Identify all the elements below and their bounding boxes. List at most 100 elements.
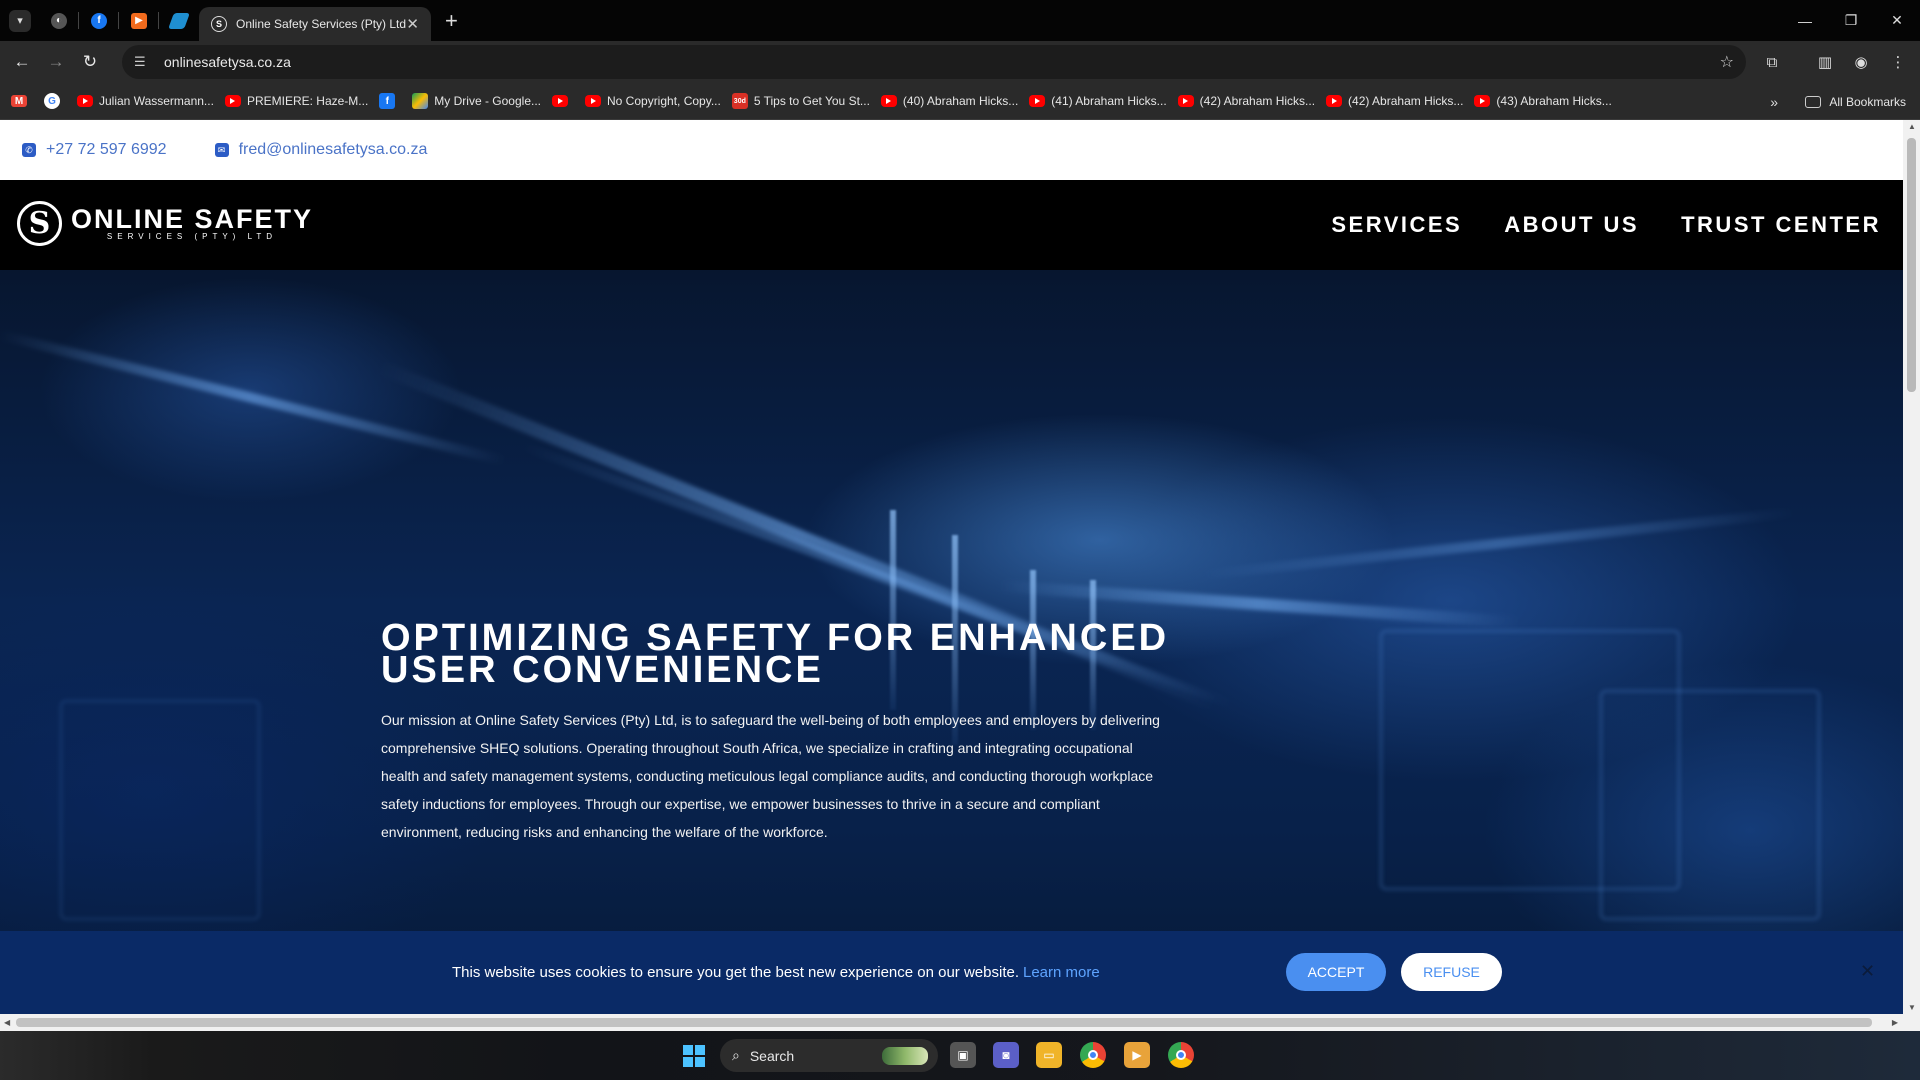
nav-services[interactable]: SERVICES <box>1331 212 1462 238</box>
all-bookmarks-button[interactable]: All Bookmarks <box>1805 83 1906 120</box>
side-panel-icon[interactable]: ▥ <box>1809 46 1841 78</box>
site-info-icon[interactable]: ☰ <box>134 54 154 70</box>
envelope-icon: ✉ <box>214 143 229 157</box>
close-window-icon[interactable]: ✕ <box>1874 0 1920 41</box>
youtube-icon <box>1177 95 1194 107</box>
restore-icon[interactable]: ❐ <box>1828 0 1874 41</box>
bookmark-item[interactable]: Julian Wassermann... <box>77 94 214 108</box>
site-header: S ONLINE SAFETY SERVICES (PTY) LTD SERVI… <box>0 180 1903 270</box>
bookmark-item[interactable]: 30d 5 Tips to Get You St... <box>731 93 870 109</box>
bookmark-gmail[interactable]: M <box>11 95 33 107</box>
tab-search-chevron-icon[interactable]: ▾ <box>9 9 31 32</box>
search-icon: ⌕ <box>732 1047 740 1063</box>
phone-link[interactable]: ✆ +27 72 597 6992 <box>22 141 167 159</box>
bookmark-label: (43) Abraham Hicks... <box>1496 94 1612 108</box>
horizontal-scroll-thumb[interactable] <box>16 1018 1872 1027</box>
refuse-cookies-button[interactable]: REFUSE <box>1401 953 1502 991</box>
youtube-icon <box>585 95 601 107</box>
browser-toolbar: ← → ↻ ☰ onlinesafetysa.co.za ☆ ⧉ ▥ ◉ ⋮ <box>0 41 1920 83</box>
folder-icon <box>1805 95 1822 108</box>
forward-icon[interactable]: → <box>39 45 73 79</box>
bookmark-label: Julian Wassermann... <box>99 94 214 108</box>
logo-text: ONLINE SAFETY SERVICES (PTY) LTD <box>71 203 314 242</box>
chrome-profile-icon[interactable] <box>1168 1042 1194 1068</box>
bookmark-item[interactable]: (42) Abraham Hicks... <box>1177 94 1316 108</box>
learn-more-link[interactable]: Learn more <box>1023 964 1100 981</box>
google-icon: G <box>44 93 60 109</box>
pinned-tab-facebook[interactable]: f <box>79 0 119 41</box>
scroll-down-icon[interactable]: ▼ <box>1908 1003 1916 1012</box>
windows-start-icon[interactable] <box>683 1045 705 1067</box>
nav-trust-center[interactable]: TRUST CENTER <box>1681 212 1881 238</box>
taskbar-search[interactable]: ⌕ Search <box>720 1039 938 1072</box>
chat-app-icon[interactable]: ◙ <box>993 1042 1019 1068</box>
bookmark-item[interactable]: (40) Abraham Hicks... <box>880 94 1019 108</box>
bookmark-item[interactable]: PREMIERE: Haze-M... <box>224 94 369 108</box>
reload-icon[interactable]: ↻ <box>73 45 107 79</box>
nav-about-us[interactable]: ABOUT US <box>1504 212 1639 238</box>
extensions-icon[interactable]: ⧉ <box>1756 46 1788 78</box>
pinned-tab-3[interactable]: ▶ <box>119 0 159 41</box>
chrome-icon[interactable] <box>1080 1042 1106 1068</box>
minimize-icon[interactable]: — <box>1782 0 1828 41</box>
task-view-icon[interactable]: ▣ <box>950 1042 976 1068</box>
vertical-scrollbar[interactable]: ▲ ▼ <box>1903 120 1920 1014</box>
bookmark-facebook[interactable]: f <box>379 93 401 109</box>
bookmark-google[interactable]: G <box>44 93 66 109</box>
more-bookmarks-chevron-icon[interactable]: » <box>1770 83 1778 120</box>
bookmark-label: (42) Abraham Hicks... <box>1199 94 1316 108</box>
youtube-icon <box>552 95 568 107</box>
hero-title: OPTIMIZING SAFETY FOR ENHANCED USER CONV… <box>381 617 1170 691</box>
pinned-tab-4[interactable] <box>159 0 199 41</box>
menu-icon[interactable]: ⋮ <box>1882 46 1914 78</box>
tab-bar: ▾ ◐ f ▶ S Online Safety Services (Pty) L… <box>0 0 1920 41</box>
taskbar-search-label: Search <box>749 1047 795 1064</box>
vertical-scroll-thumb[interactable] <box>1907 138 1916 392</box>
active-tab[interactable]: S Online Safety Services (Pty) Ltd ✕ <box>199 7 431 41</box>
bookmark-item[interactable]: (41) Abraham Hicks... <box>1029 94 1167 108</box>
app-icon <box>168 12 190 29</box>
bookmark-label: (40) Abraham Hicks... <box>902 94 1019 108</box>
cookie-message: This website uses cookies to ensure you … <box>452 931 1100 1014</box>
app-icon: ▶ <box>131 12 147 29</box>
web-page: ✆ +27 72 597 6992 ✉ fred@onlinesafetysa.… <box>0 120 1903 1014</box>
cookie-message-text: This website uses cookies to ensure you … <box>452 964 1019 981</box>
hero-description: Our mission at Online Safety Services (P… <box>381 712 1160 840</box>
phone-number: +27 72 597 6992 <box>46 141 167 158</box>
scroll-up-icon[interactable]: ▲ <box>1908 122 1916 131</box>
pinned-tab-1[interactable]: ◐ <box>39 0 79 41</box>
email-link[interactable]: ✉ fred@onlinesafetysa.co.za <box>214 141 428 159</box>
scroll-right-icon[interactable]: ▶ <box>1892 1018 1898 1027</box>
bookmark-item[interactable]: (42) Abraham Hicks... <box>1326 94 1463 108</box>
youtube-icon <box>1029 95 1046 107</box>
logo-mark: S <box>17 201 62 246</box>
close-tab-icon[interactable]: ✕ <box>406 15 419 33</box>
profile-icon[interactable]: ◉ <box>1845 46 1877 78</box>
bookmark-label: PREMIERE: Haze-M... <box>246 94 369 108</box>
site-logo[interactable]: S ONLINE SAFETY SERVICES (PTY) LTD <box>17 201 313 246</box>
youtube-icon <box>224 95 241 107</box>
logo-name: ONLINE SAFETY <box>71 203 314 234</box>
main-navigation: SERVICES ABOUT US TRUST CENTER <box>1289 180 1881 270</box>
accept-cookies-button[interactable]: ACCEPT <box>1286 953 1386 991</box>
facebook-icon: f <box>379 93 396 109</box>
close-icon[interactable]: ✕ <box>1860 961 1875 982</box>
bookmark-item[interactable]: My Drive - Google... <box>412 93 541 109</box>
email-address: fred@onlinesafetysa.co.za <box>238 141 428 158</box>
file-explorer-icon[interactable]: ▭ <box>1036 1042 1062 1068</box>
media-player-icon[interactable]: ▶ <box>1124 1042 1150 1068</box>
bookmark-star-icon[interactable]: ☆ <box>1720 52 1734 72</box>
youtube-icon <box>1326 95 1343 107</box>
youtube-icon <box>77 95 93 107</box>
url-text: onlinesafetysa.co.za <box>164 54 291 70</box>
new-tab-button[interactable]: + <box>445 9 458 32</box>
bookmark-youtube[interactable] <box>552 95 574 107</box>
address-bar[interactable]: ☰ onlinesafetysa.co.za ☆ <box>122 45 1746 79</box>
bookmark-item[interactable]: No Copyright, Copy... <box>585 94 721 108</box>
youtube-icon <box>1474 95 1491 107</box>
back-icon[interactable]: ← <box>5 45 39 79</box>
taskbar: ⌕ Search ▣ ◙ ▭ ▶ <box>0 1031 1920 1080</box>
scroll-left-icon[interactable]: ◀ <box>4 1018 10 1027</box>
bookmark-item[interactable]: (43) Abraham Hicks... <box>1474 94 1612 108</box>
horizontal-scrollbar[interactable]: ◀ ▶ <box>0 1014 1920 1031</box>
